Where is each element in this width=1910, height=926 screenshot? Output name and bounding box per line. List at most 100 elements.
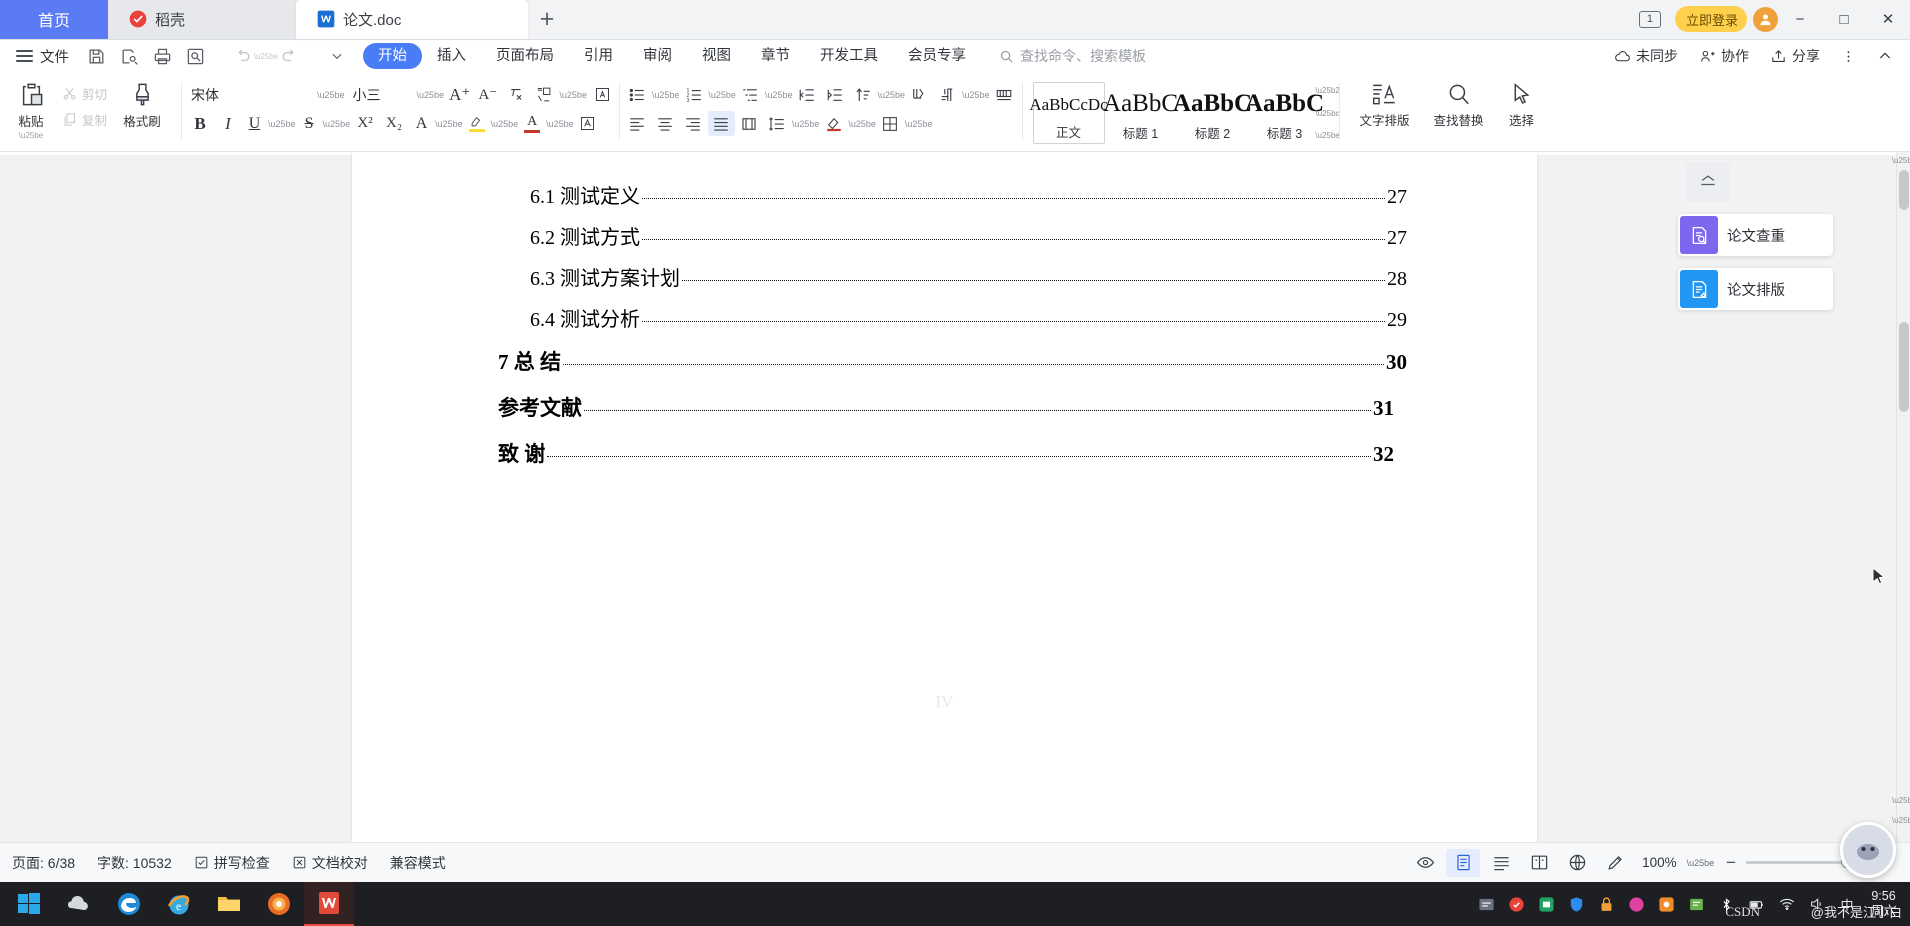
toc-entry[interactable]: 7 总 结 30 xyxy=(352,338,1537,384)
style-heading-2[interactable]: AaBbC 标题 2 xyxy=(1173,82,1252,144)
scroll-thumb-top[interactable] xyxy=(1899,170,1909,210)
taskbar-item-ie[interactable]: e xyxy=(154,882,204,926)
ribbon-tab-page-layout[interactable]: 页面布局 xyxy=(481,43,569,69)
sync-status-button[interactable]: 未同步 xyxy=(1605,46,1687,66)
taskbar-item-firefox[interactable] xyxy=(254,882,304,926)
toc-entry[interactable]: 6.1 测试定义 27 xyxy=(352,174,1537,215)
reading-view-button[interactable] xyxy=(1522,849,1556,877)
style-gallery-expand-icon[interactable]: \u25be xyxy=(1315,131,1339,140)
show-marks-dropdown-icon[interactable]: \u25be xyxy=(962,90,990,100)
style-scroll-down-icon[interactable]: \u25bc xyxy=(1316,109,1340,118)
tab-docer[interactable]: 稻壳 xyxy=(108,0,296,39)
borders-button[interactable] xyxy=(877,111,904,136)
spellcheck-toggle[interactable]: 拼写检查 xyxy=(194,853,270,873)
redo-icon[interactable] xyxy=(273,42,306,70)
tab-document[interactable]: 论文.doc xyxy=(296,0,528,39)
zoom-out-button[interactable]: − xyxy=(1726,853,1736,873)
show-marks-button[interactable] xyxy=(934,82,961,107)
subscript-button[interactable]: X₂ xyxy=(380,111,408,136)
font-size-dropdown-icon[interactable]: \u25be xyxy=(417,90,445,100)
char-border-button[interactable] xyxy=(590,82,615,107)
collaborate-button[interactable]: 协作 xyxy=(1690,46,1758,66)
page-view-button[interactable] xyxy=(1446,848,1481,877)
vertical-scrollbar[interactable]: \u25b2 \u25bc \u25bc xyxy=(1892,152,1910,842)
zoom-dropdown-icon[interactable]: \u25be xyxy=(1687,858,1715,868)
font-name-dropdown-icon[interactable]: \u25be xyxy=(317,90,345,100)
more-vertical-icon[interactable] xyxy=(1832,49,1865,64)
panel-collapse-button[interactable] xyxy=(1686,162,1730,202)
taskbar-item-edge[interactable] xyxy=(104,882,154,926)
select-button[interactable]: 选择 xyxy=(1496,74,1548,129)
toc-entry[interactable]: 参考文献 31 xyxy=(352,384,1537,430)
minimize-button[interactable]: − xyxy=(1778,0,1822,39)
bold-button[interactable]: B xyxy=(186,111,214,136)
text-effect-button[interactable]: A xyxy=(409,111,434,136)
multilevel-list-button[interactable] xyxy=(737,82,764,107)
tray-lock-icon[interactable] xyxy=(1593,882,1621,926)
ribbon-tab-references[interactable]: 引用 xyxy=(569,43,628,69)
new-tab-button[interactable]: + xyxy=(528,0,566,39)
paper-check-card[interactable]: 论文查重 xyxy=(1678,214,1833,256)
clear-format-button[interactable] xyxy=(503,82,528,107)
taskbar-item-explorer[interactable] xyxy=(204,882,254,926)
style-gallery-scroll[interactable]: \u25b2 \u25bc \u25be xyxy=(1315,82,1339,144)
word-count-indicator[interactable]: 字数: 10532 xyxy=(97,853,172,873)
font-name-input[interactable]: 宋体 xyxy=(186,82,314,107)
start-button[interactable] xyxy=(4,882,54,926)
outline-view-button[interactable] xyxy=(1484,849,1518,877)
bullet-dropdown-icon[interactable]: \u25be xyxy=(652,90,680,100)
style-heading-1[interactable]: AaBbC 标题 1 xyxy=(1103,82,1178,144)
justify-button[interactable] xyxy=(707,111,735,136)
scroll-next-page-icon[interactable]: \u25bc xyxy=(1892,812,1910,828)
pinyin-dropdown-icon[interactable]: \u25be xyxy=(559,90,587,100)
toc-entry[interactable]: 6.3 测试方案计划 28 xyxy=(352,256,1537,297)
char-shading-button[interactable] xyxy=(575,111,600,136)
italic-button[interactable]: I xyxy=(215,111,241,136)
format-painter-button[interactable]: 格式刷 xyxy=(111,74,173,130)
document-page[interactable]: 6.1 测试定义 27 6.2 测试方式 27 6.3 测试方案计划 28 6.… xyxy=(352,152,1537,842)
paste-button[interactable]: 粘贴 \u25be xyxy=(4,74,58,140)
tray-green-app-icon[interactable] xyxy=(1533,882,1561,926)
tray-shield-icon[interactable] xyxy=(1563,882,1591,926)
toc-entry[interactable]: 6.2 测试方式 27 xyxy=(352,215,1537,256)
line-spacing-button[interactable] xyxy=(764,111,791,136)
text-effect-dropdown-icon[interactable]: \u25be xyxy=(435,119,463,129)
superscript-button[interactable]: X² xyxy=(351,111,379,136)
ribbon-tab-section[interactable]: 章节 xyxy=(746,43,805,69)
borders-dropdown-icon[interactable]: \u25be xyxy=(905,119,933,129)
avatar[interactable] xyxy=(1753,6,1778,32)
scroll-down-icon[interactable]: \u25bc xyxy=(1892,792,1910,808)
ribbon-tab-start[interactable]: 开始 xyxy=(363,43,422,69)
shading-dropdown-icon[interactable]: \u25be xyxy=(848,119,876,129)
sort-dropdown-icon[interactable]: \u25be xyxy=(877,90,905,100)
taskbar-item-wps-cloud[interactable] xyxy=(54,882,104,926)
distribute-button[interactable] xyxy=(736,111,763,136)
ribbon-tab-review[interactable]: 审阅 xyxy=(628,43,687,69)
underline-button[interactable]: U xyxy=(242,111,267,136)
copy-button[interactable]: 复制 xyxy=(58,109,111,130)
tray-pink-app-icon[interactable] xyxy=(1623,882,1651,926)
style-scroll-up-icon[interactable]: \u25b2 xyxy=(1315,86,1339,95)
style-heading-3[interactable]: AaBbC 标题 3 xyxy=(1245,82,1324,144)
cut-button[interactable]: 剪切 xyxy=(58,83,111,104)
close-button[interactable]: ✕ xyxy=(1866,0,1910,39)
tab-count-badge-wrap[interactable]: 1 xyxy=(1631,0,1669,39)
print-preview-icon[interactable] xyxy=(179,42,212,70)
eye-view-button[interactable] xyxy=(1408,849,1442,877)
highlight-button[interactable] xyxy=(464,111,490,136)
proofread-toggle[interactable]: 文档校对 xyxy=(292,853,368,873)
print-icon[interactable] xyxy=(146,42,179,70)
tray-input-method-icon[interactable] xyxy=(1473,882,1501,926)
toc-entry[interactable]: 致 谢 32 xyxy=(352,430,1537,476)
line-spacing-dropdown-icon[interactable]: \u25be xyxy=(792,119,820,129)
taskbar-item-wps-writer[interactable] xyxy=(304,882,354,926)
decrease-indent-button[interactable] xyxy=(793,82,820,107)
highlight-dropdown-icon[interactable]: \u25be xyxy=(491,119,519,129)
grow-font-button[interactable]: A⁺ xyxy=(447,82,472,107)
undo-dropdown-icon[interactable]: \u25be xyxy=(254,42,278,70)
align-center-button[interactable] xyxy=(652,111,679,136)
text-layout-button[interactable]: 文字排版 xyxy=(1348,74,1422,129)
zoom-level-label[interactable]: 100% xyxy=(1642,855,1677,870)
numbered-dropdown-icon[interactable]: \u25be xyxy=(708,90,736,100)
file-menu-button[interactable]: 文件 xyxy=(10,46,80,67)
